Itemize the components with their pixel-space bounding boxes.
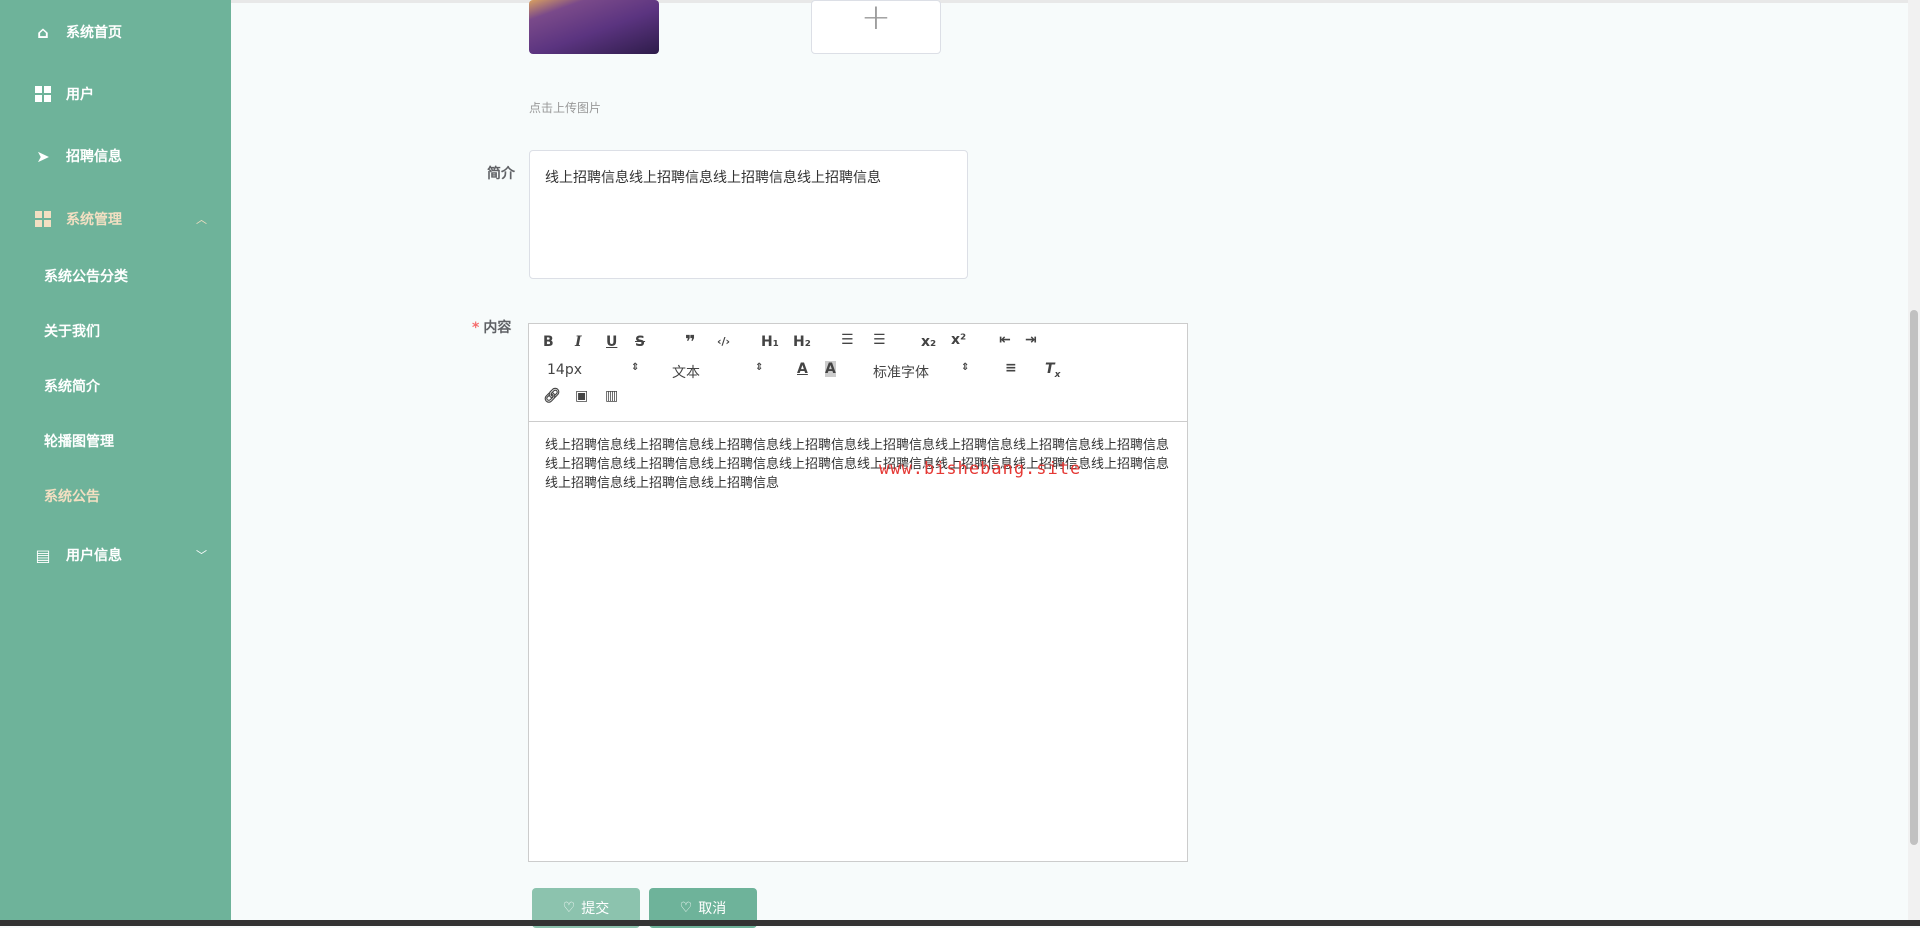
select-arrows-icon: ⇕ [755, 362, 764, 373]
taskbar [0, 920, 1920, 926]
indent-icon[interactable]: ⇥ [1025, 332, 1037, 348]
font-family-select[interactable]: 标准字体 [873, 362, 929, 382]
h2-button[interactable]: H₂ [793, 334, 811, 350]
menu-label: 用户信息 [66, 548, 122, 564]
font-size-select[interactable]: 14px [547, 362, 582, 378]
intro-textarea[interactable]: 线上招聘信息线上招聘信息线上招聘信息线上招聘信息 [529, 150, 968, 279]
uploaded-image[interactable] [529, 0, 659, 54]
editor-toolbar: B I U S ❞ ‹/› H₁ H₂ ☰ ☰ x₂ x² ⇤ ⇥ 14px ⇕… [529, 324, 1187, 422]
outdent-icon[interactable]: ⇤ [999, 332, 1011, 348]
header-value: 文本 [672, 365, 700, 381]
superscript-button[interactable]: x² [951, 332, 966, 348]
submenu-item[interactable]: 轮播图管理 [0, 421, 231, 461]
heart-icon: ♡ [679, 900, 693, 916]
select-arrows-icon: ⇕ [631, 362, 640, 373]
required-mark: * [472, 320, 480, 336]
menu-item-userinfo[interactable]: ▤ 用户信息 ﹀ [0, 535, 231, 575]
chevron-down-icon: ﹀ [196, 549, 207, 562]
font-color-button[interactable]: A [797, 361, 808, 377]
heart-icon: ♡ [562, 900, 576, 916]
scrollbar[interactable] [1908, 0, 1920, 926]
font-size-value: 14px [547, 362, 582, 378]
video-icon[interactable]: ▥ [605, 388, 618, 404]
submenu-item[interactable]: 系统公告分类 [0, 256, 231, 296]
menu-item-home[interactable]: ⌂ 系统首页 [0, 12, 231, 52]
align-icon[interactable]: ≡ [1005, 360, 1017, 376]
scrollbar-thumb[interactable] [1910, 310, 1918, 845]
menu-item-users[interactable]: 用户 [0, 74, 231, 114]
menu-label: 系统首页 [66, 25, 122, 41]
strike-button[interactable]: S [635, 334, 645, 350]
blockquote-button[interactable]: ❞ [685, 332, 696, 353]
cancel-label: 取消 [698, 901, 727, 917]
upload-button[interactable]: + [811, 0, 941, 54]
menu-label: 系统管理 [66, 212, 122, 228]
sidebar: ⌂ 系统首页 用户 ➤ 招聘信息 系统管理 ︿ 系统公告分类 关于我们 系统简介 轮播… [0, 0, 231, 926]
plus-icon: + [860, 0, 892, 38]
menu-item-jobs[interactable]: ➤ 招聘信息 [0, 136, 231, 176]
h1-button[interactable]: H₁ [761, 334, 779, 350]
menu-label: 招聘信息 [66, 149, 122, 165]
underline-button[interactable]: U [606, 334, 617, 350]
background-color-button[interactable]: A [825, 361, 836, 377]
home-icon: ⌂ [37, 22, 49, 42]
link-icon[interactable]: 🔗︎ [543, 388, 561, 404]
clear-format-icon[interactable]: Tx [1045, 361, 1060, 380]
editor-content[interactable]: 线上招聘信息线上招聘信息线上招聘信息线上招聘信息线上招聘信息线上招聘信息线上招聘… [529, 422, 1187, 507]
watermark: www.bishebang.site [879, 459, 1082, 479]
subscript-button[interactable]: x₂ [921, 334, 936, 350]
submenu-item[interactable]: 系统简介 [0, 366, 231, 406]
main-form: + 点击上传图片 简介 线上招聘信息线上招聘信息线上招聘信息线上招聘信息 * 内容… [231, 0, 1908, 928]
card-icon: ▤ [35, 545, 51, 565]
code-button[interactable]: ‹/› [717, 335, 730, 348]
header-select[interactable]: 文本 [672, 362, 700, 382]
grid-icon [33, 86, 53, 102]
submenu-item-active[interactable]: 系统公告 [0, 476, 231, 516]
content-label: * 内容 [472, 317, 511, 337]
menu-item-system[interactable]: 系统管理 ︿ [0, 199, 231, 239]
grid-icon [33, 211, 53, 227]
intro-label: 简介 [487, 166, 515, 182]
image-icon[interactable]: ▣ [575, 388, 588, 404]
upload-hint: 点击上传图片 [529, 101, 602, 115]
menu-label: 用户 [66, 87, 94, 103]
bold-button[interactable]: B [543, 334, 554, 350]
font-family-value: 标准字体 [873, 365, 929, 381]
chevron-up-icon: ︿ [196, 213, 207, 226]
send-icon: ➤ [36, 146, 50, 166]
select-arrows-icon: ⇕ [961, 362, 970, 373]
content-label-text: 内容 [483, 320, 512, 336]
ordered-list-icon[interactable]: ☰ [841, 332, 854, 348]
rich-text-editor: B I U S ❞ ‹/› H₁ H₂ ☰ ☰ x₂ x² ⇤ ⇥ 14px ⇕… [528, 323, 1188, 862]
italic-button[interactable]: I [575, 334, 582, 350]
bullet-list-icon[interactable]: ☰ [873, 332, 886, 348]
submit-label: 提交 [581, 901, 610, 917]
submenu-item[interactable]: 关于我们 [0, 311, 231, 351]
